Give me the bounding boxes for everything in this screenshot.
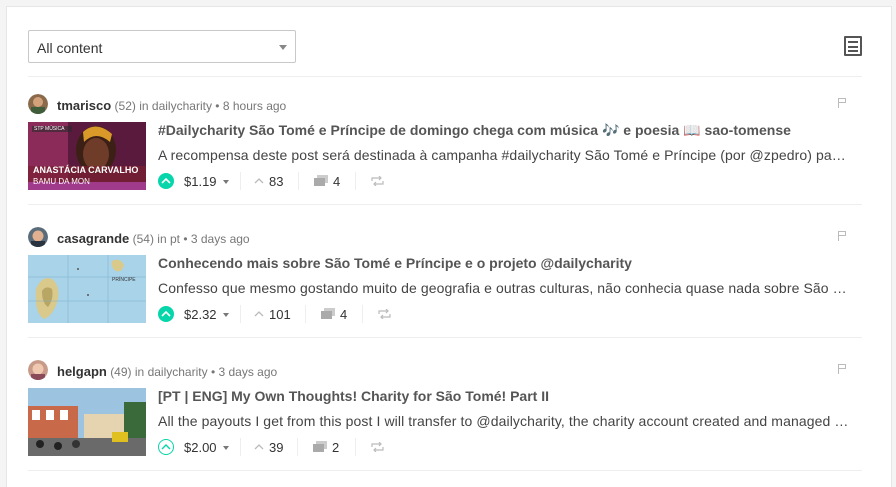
feed-toolbar: All content: [28, 30, 862, 77]
post-thumbnail[interactable]: [28, 388, 146, 456]
in-label: in: [134, 365, 145, 379]
avatar[interactable]: [28, 94, 48, 114]
votes-chevron-icon: [254, 444, 264, 450]
post-title[interactable]: Conhecendo mais sobre São Tomé e Príncip…: [158, 255, 632, 271]
vote-count[interactable]: 101: [269, 307, 291, 322]
post-title[interactable]: #Dailycharity São Tomé e Príncipe de dom…: [158, 122, 791, 139]
post-title[interactable]: [PT | ENG] My Own Thoughts! Charity for …: [158, 388, 549, 404]
avatar[interactable]: [28, 227, 48, 247]
in-label: in: [139, 99, 149, 113]
thumbnail-logo: STP MÚSICA: [34, 126, 65, 132]
payout-dropdown-icon[interactable]: [223, 446, 229, 450]
upvote-button[interactable]: [158, 306, 174, 322]
post-time: • 3 days ago: [183, 232, 250, 246]
post-thumbnail[interactable]: STP MÚSICA ANASTÁCIA CARVALHO BAMU DA MO…: [28, 122, 146, 190]
vote-count[interactable]: 39: [269, 440, 283, 455]
flag-icon[interactable]: [838, 231, 846, 241]
divider: [362, 305, 363, 323]
divider: [297, 438, 298, 456]
community-link[interactable]: pt: [170, 232, 180, 246]
flag-icon[interactable]: [838, 364, 846, 374]
author-reputation: (49): [110, 365, 132, 379]
comment-count[interactable]: 4: [333, 174, 340, 189]
thumbnail-caption-sub: BAMU DA MON: [33, 177, 90, 186]
votes-chevron-icon: [254, 311, 264, 317]
post-item[interactable]: tmarisco (52) in dailycharity • 8 hours …: [28, 94, 862, 205]
votes-chevron-icon: [254, 178, 264, 184]
payout-dropdown-icon[interactable]: [223, 180, 229, 184]
comments-icon[interactable]: [314, 175, 329, 187]
avatar[interactable]: [28, 360, 48, 380]
post-excerpt[interactable]: A recompensa deste post será destinada à…: [158, 147, 858, 163]
upvote-button[interactable]: [158, 173, 174, 189]
divider: [240, 305, 241, 323]
payout-dropdown-icon[interactable]: [223, 313, 229, 317]
payout-value[interactable]: $1.19: [184, 174, 217, 189]
post-time: • 8 hours ago: [215, 99, 287, 113]
reblog-icon[interactable]: [371, 442, 384, 452]
author-name[interactable]: helgapn: [57, 364, 107, 379]
content-filter-select[interactable]: All content: [28, 30, 296, 63]
reblog-icon[interactable]: [371, 176, 384, 186]
divider: [355, 172, 356, 190]
upvote-button[interactable]: [158, 439, 174, 455]
community-link[interactable]: dailycharity: [148, 365, 208, 379]
divider: [305, 305, 306, 323]
layout-toggle-icon[interactable]: [844, 36, 862, 56]
post-time: • 3 days ago: [210, 365, 278, 379]
post-excerpt[interactable]: All the payouts I get from this post I w…: [158, 413, 858, 429]
in-label: in: [157, 232, 167, 246]
post-item[interactable]: helgapn (49) in dailycharity • 3 days ag…: [28, 360, 862, 471]
content-filter-value: All content: [37, 40, 103, 56]
divider: [240, 438, 241, 456]
comment-count[interactable]: 4: [340, 307, 347, 322]
post-thumbnail[interactable]: PRÍNCIPE: [28, 255, 146, 323]
payout-value[interactable]: $2.32: [184, 307, 217, 322]
thumbnail-caption-name: ANASTÁCIA CARVALHO: [33, 165, 139, 175]
comments-icon[interactable]: [321, 308, 336, 320]
post-item[interactable]: casagrande (54) in pt • 3 days ago PRÍNC…: [28, 227, 862, 338]
thumbnail-map-label: PRÍNCIPE: [112, 277, 136, 283]
vote-count[interactable]: 83: [269, 174, 283, 189]
flag-icon[interactable]: [838, 98, 846, 108]
divider: [240, 172, 241, 190]
author-reputation: (52): [114, 99, 136, 113]
post-excerpt[interactable]: Confesso que mesmo gostando muito de geo…: [158, 280, 858, 296]
divider: [355, 438, 356, 456]
author-reputation: (54): [132, 232, 154, 246]
payout-value[interactable]: $2.00: [184, 440, 217, 455]
author-name[interactable]: tmarisco: [57, 98, 111, 113]
author-name[interactable]: casagrande: [57, 231, 129, 246]
divider: [298, 172, 299, 190]
chevron-down-icon: [279, 45, 287, 50]
reblog-icon[interactable]: [378, 309, 391, 319]
comments-icon[interactable]: [313, 441, 328, 453]
comment-count[interactable]: 2: [332, 440, 339, 455]
community-link[interactable]: dailycharity: [152, 99, 212, 113]
